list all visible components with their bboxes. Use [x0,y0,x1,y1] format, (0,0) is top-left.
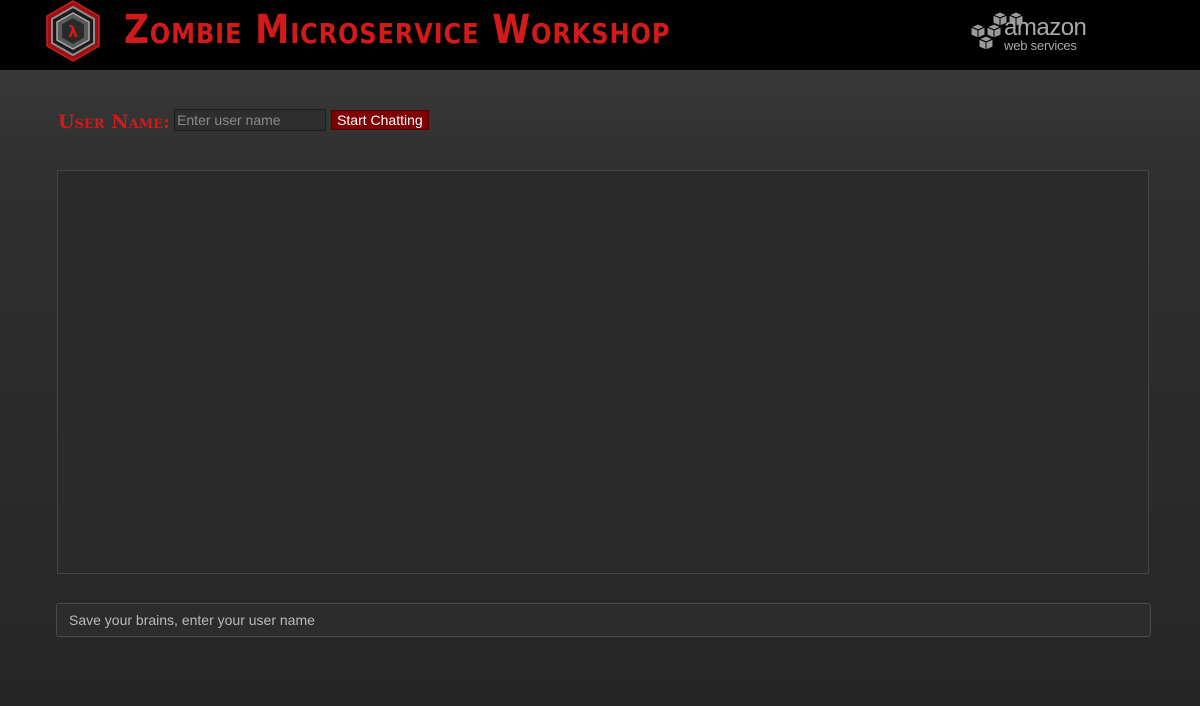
app-title: Zombie Microservice Workshop [124,7,671,53]
aws-logo: amazon web services [970,10,1090,54]
svg-text:λ: λ [68,22,78,41]
aws-subtitle-text: web services [1004,38,1077,53]
header-bar: λ Zombie Microservice Workshop amazon we… [0,0,1200,70]
user-name-label: User Name: [58,111,171,133]
chat-messages-panel [57,170,1149,574]
user-name-form: User Name: Start Chatting [58,108,429,133]
lambda-hexagon-icon: λ [46,0,100,62]
user-name-input[interactable] [174,109,327,131]
message-input[interactable] [56,603,1151,637]
start-chatting-button[interactable]: Start Chatting [331,110,429,130]
aws-brand-text: amazon [1004,14,1087,41]
